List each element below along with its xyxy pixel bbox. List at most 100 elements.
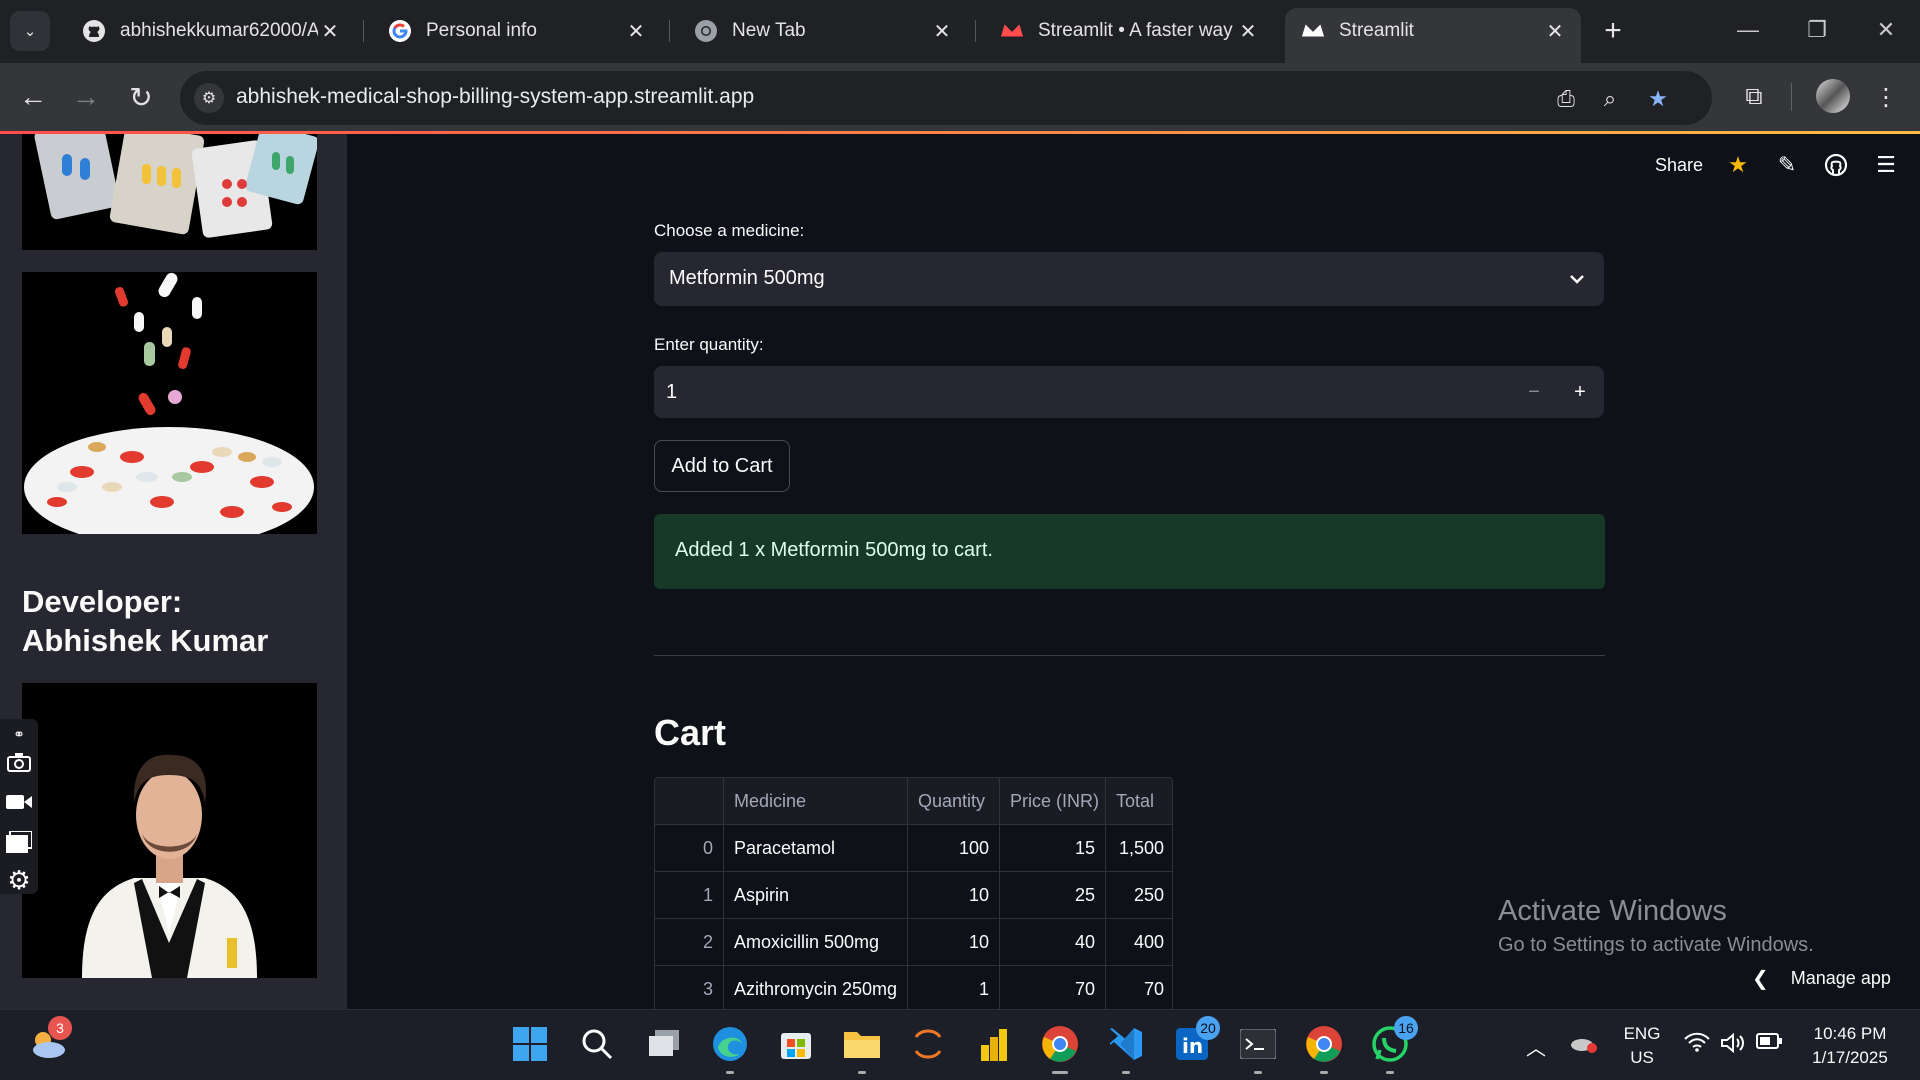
file-explorer-icon[interactable] [842,1024,882,1074]
chrome-icon[interactable] [1040,1024,1080,1074]
more-menu-icon[interactable]: ⋮ [1866,77,1906,117]
close-icon[interactable]: ✕ [1543,19,1567,43]
cell-medicine[interactable]: Paracetamol [724,825,908,872]
weather-widget[interactable]: 3 [28,1016,72,1064]
address-bar[interactable]: ⚙ abhishek-medical-shop-billing-system-a… [180,71,1712,125]
table-row[interactable]: 2 Amoxicillin 500mg 10 40 400 [655,919,1172,966]
gallery-icon[interactable] [6,829,32,855]
profile-avatar[interactable] [1816,79,1850,113]
edge-browser-icon[interactable] [710,1024,750,1074]
cell-medicine[interactable]: Azithromycin 250mg [724,966,908,1013]
cell-price[interactable]: 25 [1000,872,1106,919]
column-header-index[interactable] [655,778,724,825]
settings-gear-icon[interactable]: ⚙ [6,865,32,895]
edit-pencil-icon[interactable]: ✎ [1772,150,1802,180]
cell-price[interactable]: 15 [1000,825,1106,872]
tab-streamlit-site[interactable]: Streamlit • A faster way t ✕ [984,8,1274,54]
tab-search-button[interactable]: ⌄ [10,11,50,51]
clock-date: 1/17/2025 [1812,1048,1888,1067]
cell-total[interactable]: 70 [1106,966,1172,1013]
tab-new-tab[interactable]: New Tab ✕ [678,8,968,54]
cell-quantity[interactable]: 1 [908,966,1000,1013]
tab-github[interactable]: abhishekkumar62000/AB ✕ [66,8,356,54]
column-header-quantity[interactable]: Quantity [908,778,1000,825]
back-button[interactable]: ← [13,77,53,117]
battery-icon[interactable] [1756,1032,1782,1055]
terminal-icon[interactable] [1238,1024,1278,1074]
medicine-blister-image [22,134,317,250]
chrome-profile-icon[interactable] [1304,1024,1344,1074]
cell-medicine[interactable]: Aspirin [724,872,908,919]
running-indicator [858,1071,866,1074]
cell-quantity[interactable]: 100 [908,825,1000,872]
cell-price[interactable]: 40 [1000,919,1106,966]
hamburger-menu-icon[interactable]: ☰ [1871,150,1901,180]
video-camera-icon[interactable] [6,789,32,815]
camera-icon[interactable] [6,749,32,775]
github-icon[interactable] [1821,150,1851,180]
cell-quantity[interactable]: 10 [908,872,1000,919]
language-indicator[interactable]: ENG US [1618,1022,1666,1070]
close-icon[interactable]: ✕ [624,19,648,43]
table-row[interactable]: 1 Aspirin 10 25 250 [655,872,1172,919]
tab-personal-info[interactable]: Personal info ✕ [372,8,662,54]
install-app-icon[interactable]: ⎙ [1550,83,1582,115]
cell-total[interactable]: 1,500 [1106,825,1172,872]
reload-button[interactable]: ↻ [121,77,161,117]
chevron-left-icon: ❮ [1752,968,1769,990]
cell-total[interactable]: 400 [1106,919,1172,966]
cell-quantity[interactable]: 10 [908,919,1000,966]
add-to-cart-button[interactable]: Add to Cart [654,440,790,492]
column-header-medicine[interactable]: Medicine [724,778,908,825]
microsoft-store-icon[interactable] [776,1024,816,1064]
bookmark-star-icon[interactable]: ★ [1642,83,1674,115]
restore-button[interactable]: ❐ [1797,12,1837,48]
developer-title: Developer: Abhishek Kumar [22,584,269,658]
wifi-icon[interactable] [1684,1032,1710,1058]
star-icon[interactable]: ★ [1723,150,1753,180]
search-icon[interactable] [577,1024,617,1064]
column-header-price[interactable]: Price (INR) [1000,778,1106,825]
site-info-icon[interactable]: ⚙ [194,83,224,113]
decrement-button[interactable]: − [1518,376,1550,408]
linkedin-icon[interactable]: in 20 [1172,1016,1220,1064]
close-icon[interactable]: ✕ [930,19,954,43]
task-view-icon[interactable] [644,1024,684,1064]
new-tab-button[interactable]: + [1596,14,1630,48]
vscode-icon[interactable] [1106,1024,1146,1074]
table-row[interactable]: 0 Paracetamol 100 15 1,500 [655,825,1172,872]
share-button[interactable]: Share [1655,155,1703,176]
cart-table[interactable]: Medicine Quantity Price (INR) Total 0 Pa… [654,777,1173,1014]
column-header-total[interactable]: Total [1106,778,1172,825]
github-icon [82,19,106,43]
zoom-icon[interactable]: ⌕ [1594,83,1626,115]
windows-start-icon[interactable] [510,1024,550,1064]
whatsapp-icon[interactable]: 16 [1370,1016,1418,1074]
close-window-button[interactable]: ✕ [1866,12,1906,48]
cell-total[interactable]: 250 [1106,872,1172,919]
volume-icon[interactable] [1720,1032,1746,1060]
medicine-select[interactable]: Metformin 500mg [654,252,1604,306]
clock[interactable]: 10:46 PM 1/17/2025 [1800,1022,1900,1070]
quantity-stepper[interactable]: 1 − + [654,366,1604,418]
medicine-select-label: Choose a medicine: [654,221,805,240]
forward-button[interactable]: → [66,77,106,117]
close-icon[interactable]: ✕ [1236,19,1260,43]
cell-medicine[interactable]: Amoxicillin 500mg [724,919,908,966]
extensions-icon[interactable]: ⧉ [1734,77,1774,117]
tab-streamlit-active[interactable]: Streamlit ✕ [1285,8,1581,63]
show-hidden-icons-chevron[interactable]: ︿ [1526,1032,1546,1061]
close-icon[interactable]: ✕ [318,19,342,43]
minimize-button[interactable]: — [1728,12,1768,48]
jupyter-icon[interactable] [908,1024,948,1064]
manage-app-button[interactable]: ❮ Manage app [1752,966,1891,991]
onedrive-error-icon[interactable] [1570,1032,1598,1060]
browser-tabstrip: ⌄ abhishekkumar62000/AB ✕ Personal info … [0,0,1920,63]
link-more-icon[interactable]: ⚭ [6,721,32,747]
table-row[interactable]: 3 Azithromycin 250mg 1 70 70 [655,966,1172,1013]
increment-button[interactable]: + [1564,376,1596,408]
success-message: Added 1 x Metformin 500mg to cart. [675,539,993,561]
quantity-value[interactable]: 1 [666,381,677,404]
power-bi-icon[interactable] [974,1024,1014,1064]
cell-price[interactable]: 70 [1000,966,1106,1013]
